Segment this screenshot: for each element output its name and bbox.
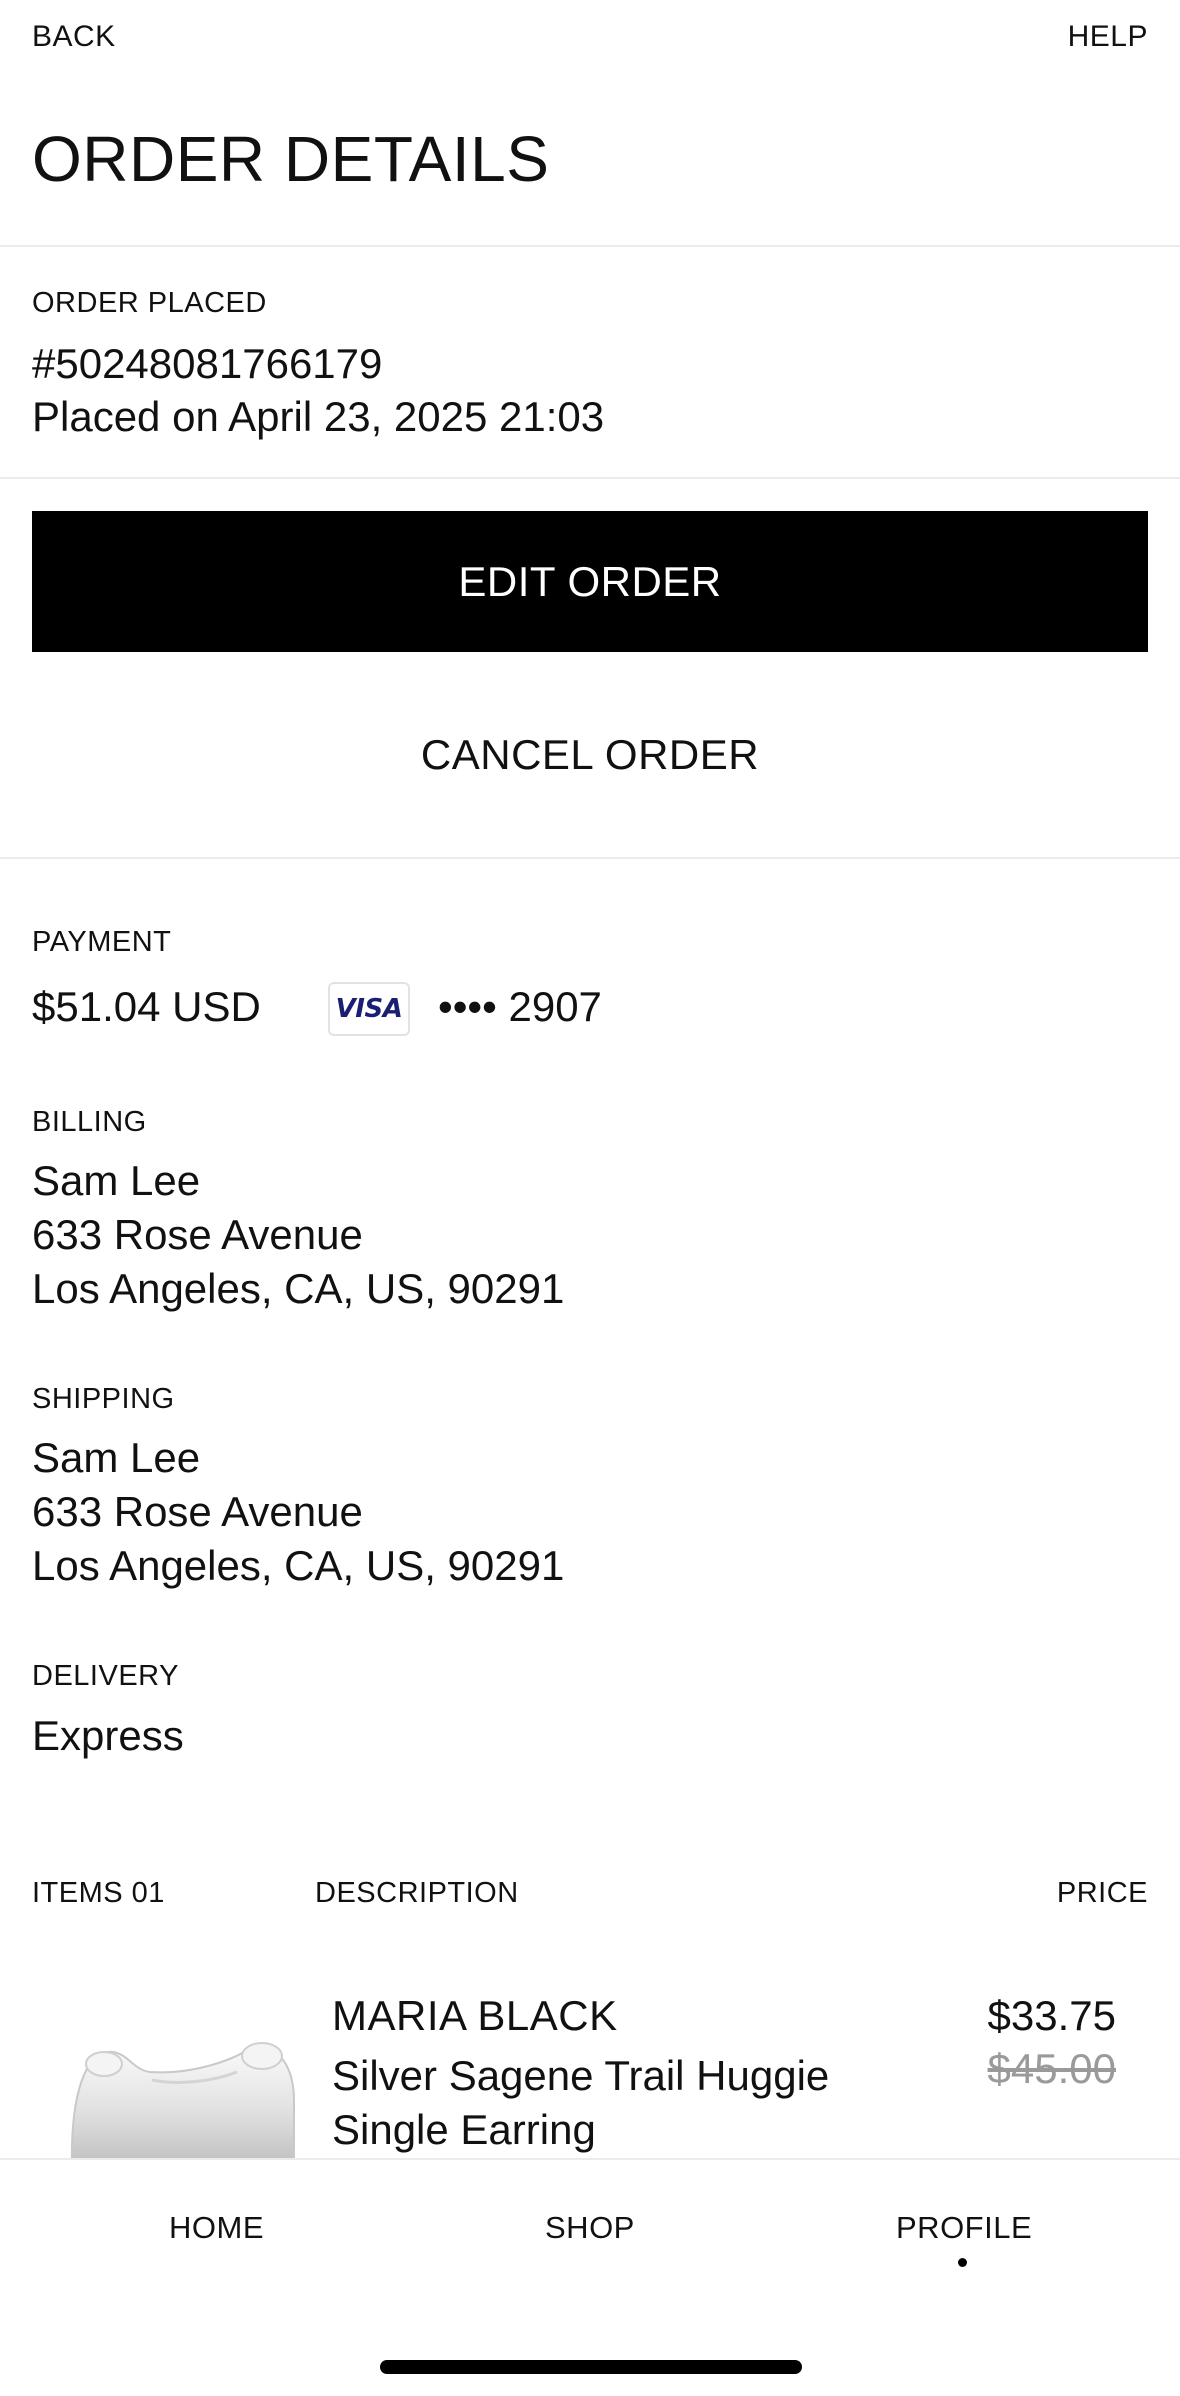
- divider: [0, 857, 1180, 859]
- item-original-price: $45.00: [987, 2045, 1116, 2092]
- nav-shop[interactable]: SHOP: [545, 2210, 635, 2246]
- back-button[interactable]: BACK: [32, 20, 116, 54]
- shipping-city: Los Angeles, CA, US, 90291: [32, 1542, 565, 1589]
- billing-label: BILLING: [32, 1106, 147, 1138]
- delivery-label: DELIVERY: [32, 1660, 179, 1692]
- order-placed-label: ORDER PLACED: [32, 287, 267, 319]
- shipping-street: 633 Rose Avenue: [32, 1488, 363, 1535]
- active-indicator-dot: [958, 2258, 967, 2267]
- payment-label: PAYMENT: [32, 926, 172, 958]
- items-count-header: ITEMS 01: [32, 1877, 165, 1909]
- order-placed-date: Placed on April 23, 2025 21:03: [32, 393, 605, 440]
- card-number: •••• 2907: [438, 983, 602, 1030]
- payment-row: $51.04 USD VISA •••• 2907: [32, 978, 1148, 1038]
- shipping-label: SHIPPING: [32, 1383, 175, 1415]
- card-brand-label: VISA: [335, 994, 403, 1024]
- item-brand[interactable]: MARIA BLACK: [332, 1992, 618, 2040]
- item-name-line2: Single Earring: [332, 2106, 596, 2153]
- cancel-order-button[interactable]: CANCEL ORDER: [32, 710, 1148, 800]
- description-header: DESCRIPTION: [315, 1877, 519, 1909]
- payment-amount: $51.04 USD: [32, 983, 261, 1030]
- shipping-name: Sam Lee: [32, 1434, 201, 1481]
- help-button[interactable]: HELP: [1068, 20, 1148, 54]
- item-name-line1: Silver Sagene Trail Huggie: [332, 2052, 830, 2099]
- nav-home[interactable]: HOME: [169, 2210, 264, 2246]
- delivery-method: Express: [32, 1712, 184, 1759]
- item-price: $33.75: [987, 1992, 1116, 2039]
- divider: [0, 477, 1180, 479]
- top-bar: BACK HELP: [0, 0, 1180, 80]
- edit-order-button[interactable]: EDIT ORDER: [32, 511, 1148, 652]
- order-number: #50248081766179: [32, 340, 383, 387]
- billing-name: Sam Lee: [32, 1157, 201, 1204]
- nav-profile[interactable]: PROFILE: [896, 2210, 1032, 2246]
- billing-city: Los Angeles, CA, US, 90291: [32, 1265, 565, 1312]
- earring-image[interactable]: [32, 1960, 302, 2160]
- page-title: ORDER DETAILS: [32, 123, 550, 195]
- price-header: PRICE: [1056, 1877, 1148, 1909]
- visa-card-icon: VISA: [328, 982, 410, 1036]
- divider: [0, 245, 1180, 247]
- home-indicator[interactable]: [380, 2360, 802, 2374]
- billing-street: 633 Rose Avenue: [32, 1211, 363, 1258]
- bottom-nav: HOME SHOP PROFILE: [0, 2158, 1180, 2396]
